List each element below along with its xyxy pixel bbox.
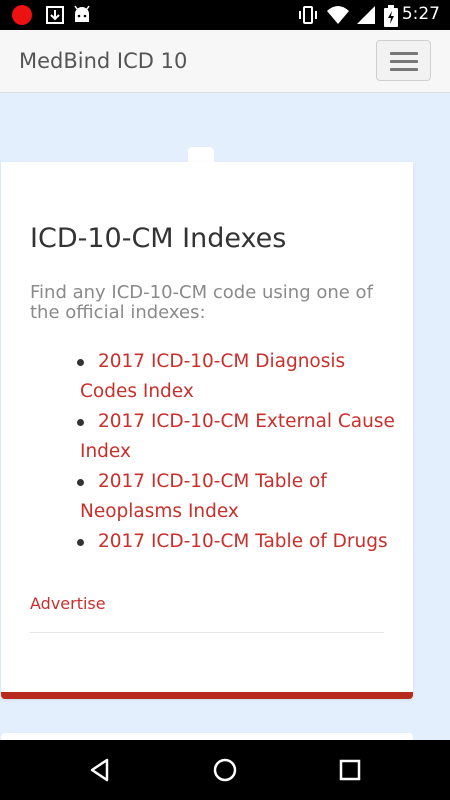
- menu-toggle-button[interactable]: [376, 40, 431, 81]
- download-icon: [45, 5, 65, 29]
- battery-icon: [384, 5, 398, 31]
- list-item: 2017 ICD-10-CM External Cause Index: [77, 407, 400, 467]
- signal-icon: [356, 5, 376, 29]
- divider: [30, 632, 384, 633]
- bullet: [77, 539, 84, 546]
- bullet: [77, 479, 84, 486]
- index-list: 2017 ICD-10-CM Diagnosis Codes Index 201…: [77, 347, 400, 557]
- navigation-bar: [0, 740, 450, 800]
- record-icon: [12, 5, 32, 25]
- lead-text: Find any ICD-10-CM code using one of the…: [30, 282, 373, 323]
- neoplasms-index-link[interactable]: 2017 ICD-10-CM Table of Neoplasms Index: [80, 471, 327, 522]
- page-title: ICD-10-CM Indexes: [30, 223, 287, 254]
- android-icon: [72, 5, 92, 29]
- status-bar: 5:27: [0, 0, 450, 30]
- vibrate-icon: [297, 5, 319, 29]
- app-brand[interactable]: MedBind ICD 10: [19, 49, 187, 73]
- list-item: 2017 ICD-10-CM Diagnosis Codes Index: [77, 347, 400, 407]
- bullet: [77, 359, 84, 366]
- table-of-drugs-link[interactable]: 2017 ICD-10-CM Table of Drugs: [80, 531, 388, 552]
- indexes-card: ICD-10-CM Indexes Find any ICD-10-CM cod…: [1, 162, 413, 699]
- home-icon[interactable]: [210, 755, 240, 785]
- list-item: 2017 ICD-10-CM Table of Drugs: [77, 527, 400, 557]
- wifi-icon: [326, 5, 350, 29]
- clock: 5:27: [401, 4, 440, 24]
- bullet: [77, 419, 84, 426]
- external-cause-index-link[interactable]: 2017 ICD-10-CM External Cause Index: [80, 411, 395, 462]
- diagnosis-codes-index-link[interactable]: 2017 ICD-10-CM Diagnosis Codes Index: [80, 351, 345, 402]
- list-item: 2017 ICD-10-CM Table of Neoplasms Index: [77, 467, 400, 527]
- advertise-link[interactable]: Advertise: [30, 594, 106, 613]
- recents-icon[interactable]: [335, 755, 365, 785]
- app-bar: MedBind ICD 10: [0, 30, 450, 93]
- back-icon[interactable]: [85, 755, 115, 785]
